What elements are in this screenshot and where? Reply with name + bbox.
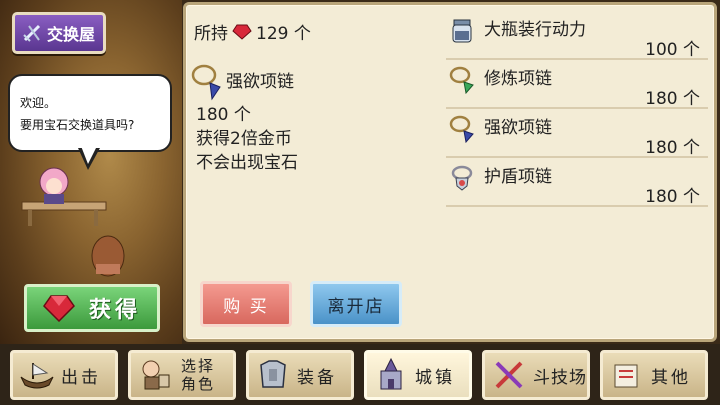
nav-equip[interactable]: 装备: [246, 350, 354, 400]
get-label: 获得: [88, 298, 141, 323]
greed-necklace-icon: [191, 64, 221, 101]
list-item[interactable]: 护盾项链 180 个: [446, 158, 708, 207]
item-list: 大瓶装行动力 100 个 修炼项链 180 个 强欲项链 180 个 护盾项链 …: [446, 11, 708, 207]
nav-select-line-1: 选择: [181, 357, 216, 375]
greeting-line-1: 欢迎。: [20, 96, 57, 110]
castle-icon: [371, 355, 411, 395]
nav-select-line-2: 角色: [181, 375, 216, 393]
owned-label: 所持: [194, 24, 228, 44]
list-item[interactable]: 修炼项链 180 个: [446, 60, 708, 109]
list-item[interactable]: 大瓶装行动力 100 个: [446, 11, 708, 60]
item-name: 强欲项链: [484, 118, 552, 138]
armor-icon: [253, 355, 293, 395]
nav-arena[interactable]: 斗技场: [482, 350, 590, 400]
nav-sortie-label: 出击: [61, 367, 101, 388]
selected-item-details: 180 个 获得2倍金币 不会出现宝石: [196, 103, 298, 175]
nav-select-character[interactable]: 选择 角色: [128, 350, 236, 400]
ruby-gem-icon: [43, 295, 75, 322]
shield-necklace-icon: [451, 165, 473, 191]
nav-equip-label: 装备: [297, 367, 337, 388]
buy-button[interactable]: 购 买: [200, 281, 292, 327]
selected-item-cost: 180 个: [196, 105, 251, 125]
leave-shop-button[interactable]: 离开店: [310, 281, 402, 327]
owned-count: 129 个: [256, 24, 311, 44]
nav-arena-label: 斗技场: [533, 367, 587, 388]
item-price: 180 个: [645, 89, 700, 109]
sword-icon: [21, 22, 43, 44]
get-gems-button[interactable]: 获得: [24, 284, 160, 332]
item-price: 100 个: [645, 40, 700, 60]
selected-item-effect-2: 不会出现宝石: [196, 153, 298, 173]
nav-sortie[interactable]: 出击: [10, 350, 118, 400]
item-name: 大瓶装行动力: [484, 20, 586, 40]
nav-select-character-label: 选择 角色: [181, 357, 215, 393]
item-name: 修炼项链: [484, 69, 552, 89]
selected-item-name: 强欲项链: [226, 72, 294, 92]
shop-title: 交换屋: [47, 25, 96, 44]
shopkeeper-speech-bubble: 欢迎。 要用宝石交换道具吗?: [8, 74, 172, 152]
shop-scene: 交换屋 欢迎。 要用宝石交换道具吗? 获得: [0, 0, 182, 345]
character-icon: [135, 355, 175, 395]
training-necklace-icon: [449, 66, 474, 94]
scroll-icon: [607, 355, 647, 395]
shop-title-badge: 交换屋: [12, 12, 106, 54]
greeting-line-2: 要用宝石交换道具吗?: [20, 118, 135, 132]
exchange-panel: 所持 129 个 强欲项链 180 个 获得2倍金币 不会出现宝石 购 买 离开…: [183, 2, 717, 342]
nav-town[interactable]: 城镇: [364, 350, 472, 400]
crossed-swords-icon: [489, 355, 529, 395]
shopkeeper-sprite: [21, 167, 125, 277]
ruby-gem-icon: [232, 24, 252, 40]
selected-item-effect-1: 获得2倍金币: [196, 129, 292, 149]
bottom-nav: 出击 选择 角色 装备 城镇 斗技场 其他: [0, 344, 720, 405]
nav-other[interactable]: 其他: [600, 350, 708, 400]
nav-town-label: 城镇: [415, 367, 455, 388]
list-item[interactable]: 强欲项链 180 个: [446, 109, 708, 158]
greed-necklace-icon: [449, 115, 474, 143]
item-name: 护盾项链: [484, 167, 552, 187]
item-price: 180 个: [645, 187, 700, 207]
item-price: 180 个: [645, 138, 700, 158]
owned-gems: 所持 129 个: [194, 19, 311, 44]
ship-icon: [17, 355, 57, 395]
potion-bottle-icon: [452, 19, 472, 43]
nav-other-label: 其他: [651, 367, 691, 388]
